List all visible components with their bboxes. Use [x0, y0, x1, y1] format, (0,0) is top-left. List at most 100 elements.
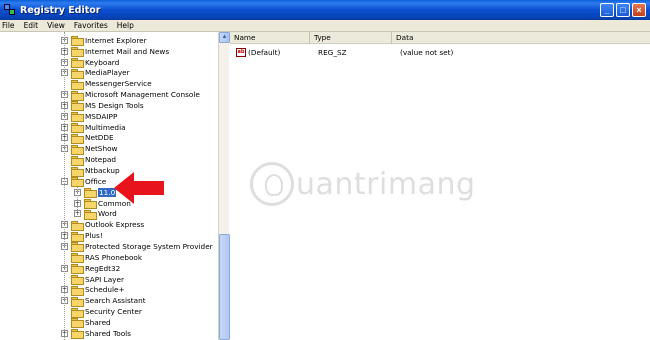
tree-item[interactable]: + MediaPlayer [61, 68, 130, 79]
tree-item-label: RegEdt32 [85, 263, 121, 273]
tree-item-label: RAS Phonebook [85, 252, 143, 262]
folder-icon [84, 199, 97, 210]
tree-item-label: Schedule+ [85, 285, 125, 295]
folder-icon [71, 112, 84, 123]
close-button[interactable]: × [632, 3, 646, 17]
tree-item[interactable]: + Outlook Express [61, 219, 145, 231]
tree-item-label: NetDDE [85, 133, 114, 143]
folder-icon [84, 188, 97, 199]
tree-item-label: Internet Explorer [85, 35, 147, 45]
folder-icon [71, 155, 84, 166]
tree-item[interactable]: + NetDDE [61, 133, 114, 144]
list-header: Name Type Data [230, 32, 650, 44]
tree-item-label: Shared [85, 317, 111, 327]
tree-item-label: SAPI Layer [85, 274, 124, 284]
tree-item-label: MS Design Tools [85, 100, 144, 110]
values-list[interactable]: Name Type Data ab (Default) REG_SZ (valu… [230, 32, 650, 340]
folder-icon [71, 144, 84, 155]
folder-icon [71, 231, 84, 242]
tree-item[interactable]: MessengerService [61, 78, 152, 90]
tree-item[interactable]: Security Center [61, 306, 142, 318]
tree-item[interactable]: Notepad [61, 154, 117, 166]
lightbulb-logo-icon [250, 162, 294, 206]
folder-icon [71, 166, 84, 177]
tree-item-label: Protected Storage System Provider [85, 241, 213, 251]
maximize-button[interactable]: □ [616, 3, 630, 17]
tree-item[interactable]: + Protected Storage System Provider [61, 241, 213, 253]
folder-icon [71, 220, 84, 231]
menu-favorites[interactable]: Favorites [74, 21, 108, 30]
value-name: (Default) [248, 47, 281, 57]
menu-view[interactable]: View [47, 21, 65, 30]
folder-icon [71, 264, 84, 275]
menu-edit[interactable]: Edit [24, 21, 39, 30]
value-type: REG_SZ [318, 47, 347, 57]
tree-item[interactable]: SAPI Layer [61, 274, 124, 286]
scroll-up-button[interactable]: ▲ [219, 32, 230, 43]
folder-icon [71, 133, 84, 144]
column-type[interactable]: Type [310, 32, 392, 44]
column-data[interactable]: Data [392, 32, 650, 44]
folder-icon [71, 329, 84, 340]
folder-icon [71, 58, 84, 69]
watermark-text: uantrimang [296, 166, 476, 202]
ab-string-icon: ab [236, 47, 246, 57]
tree-item[interactable]: + Schedule+ [61, 285, 125, 296]
menu-file[interactable]: File [2, 21, 15, 30]
folder-icon [84, 209, 97, 220]
column-name[interactable]: Name [230, 32, 310, 44]
quantrimang-watermark: uantrimang [250, 162, 476, 206]
tree-line [77, 186, 78, 215]
tree-item[interactable]: + Plus! [61, 230, 103, 242]
tree-item-label: Outlook Express [85, 220, 145, 230]
tree-item[interactable]: + MSDAIPP [61, 111, 118, 123]
tree-item[interactable]: − Office [61, 176, 107, 188]
red-arrow-icon [114, 172, 164, 204]
tree-item-label: Security Center [85, 307, 142, 317]
tree-item[interactable]: + Microsoft Management Console [61, 89, 200, 101]
folder-icon [71, 101, 84, 112]
tree-item[interactable]: + Search Assistant [61, 295, 146, 307]
menu-bar: File Edit View Favorites Help [0, 20, 650, 32]
folder-icon [71, 47, 84, 58]
folder-icon [71, 318, 84, 329]
tree-item-label: Microsoft Management Console [85, 90, 200, 100]
folder-icon [71, 275, 84, 286]
title-bar: Registry Editor _ □ × [0, 0, 650, 20]
scroll-thumb[interactable] [219, 234, 230, 340]
tree-item[interactable]: + Internet Explorer [61, 35, 147, 47]
folder-icon [71, 68, 84, 79]
value-row[interactable]: ab (Default) REG_SZ (value not set) [230, 46, 453, 58]
tree-item-label: NetShow [85, 144, 118, 154]
tree-item[interactable]: + Shared Tools [61, 328, 131, 340]
tree-scrollbar[interactable]: ▲ [218, 32, 230, 340]
tree-item-label: Multimedia [85, 122, 126, 132]
minimize-button[interactable]: _ [600, 3, 614, 17]
registry-editor-icon [4, 4, 16, 16]
tree-item-label: Office [85, 176, 107, 186]
tree-item-label: Notepad [85, 155, 117, 165]
tree-item[interactable]: Shared [61, 317, 111, 329]
tree-item[interactable]: + RegEdt32 [61, 263, 121, 275]
menu-help[interactable]: Help [117, 21, 134, 30]
folder-icon [71, 177, 84, 188]
tree-item[interactable]: + Keyboard [61, 57, 119, 69]
tree-item-label: Internet Mail and News [85, 46, 170, 56]
tree-item[interactable]: + Multimedia [61, 122, 126, 134]
folder-icon [71, 90, 84, 101]
tree-item[interactable]: RAS Phonebook [61, 252, 143, 264]
tree-item[interactable]: + NetShow [61, 144, 118, 155]
tree-item-label: Plus! [85, 231, 103, 241]
folder-icon [71, 307, 84, 318]
tree-item[interactable]: + MS Design Tools [61, 100, 144, 112]
folder-icon [71, 285, 84, 296]
tree-line [64, 32, 65, 340]
folder-icon [71, 79, 84, 90]
tree-item[interactable]: + Internet Mail and News [61, 46, 170, 58]
folder-icon [71, 296, 84, 307]
window-title: Registry Editor [20, 4, 101, 16]
tree-item-label: Shared Tools [85, 328, 131, 338]
tree-item-label: MSDAIPP [85, 111, 118, 121]
tree-item-label: MessengerService [85, 79, 152, 89]
folder-icon [71, 123, 84, 134]
